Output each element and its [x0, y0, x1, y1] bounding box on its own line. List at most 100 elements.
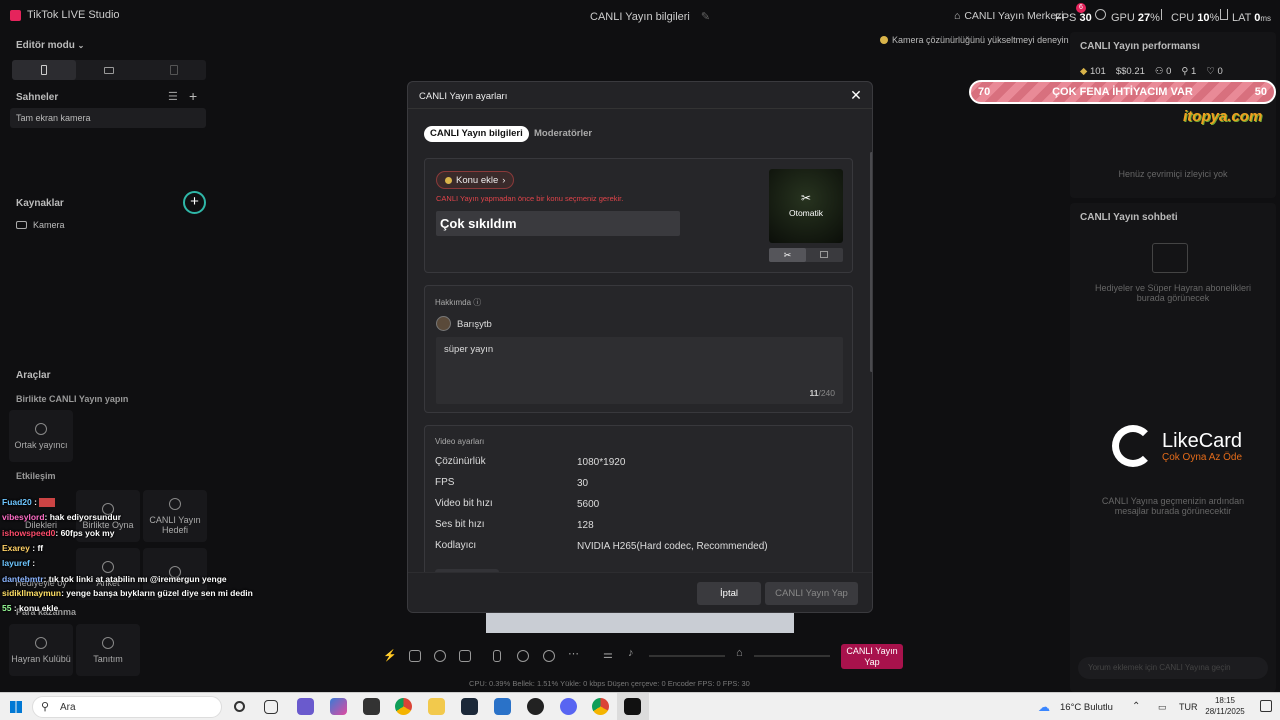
edit-icon[interactable]: ✎ [701, 11, 710, 23]
bottom-toolbar: ⚡ ⋯ ⚌ ♪ ⌂ CANLI Yayın Yap [373, 641, 906, 671]
app-icon[interactable] [297, 698, 314, 715]
chat-input[interactable]: Yorum eklemek için CANLI Yayına geçin [1078, 657, 1268, 679]
chevron-up-icon[interactable]: ⌃ [1132, 701, 1140, 712]
go-live-dialog-button[interactable]: CANLI Yayın Yap [765, 582, 858, 605]
steam-icon[interactable] [461, 698, 478, 715]
live-settings-dialog: CANLI Yayın ayarları ✕ CANLI Yayın bilgi… [407, 81, 873, 613]
search-input[interactable]: ⚲ Ara [32, 696, 222, 718]
fan-club-tool[interactable]: Hayran Kulübü [9, 624, 73, 676]
cloud-icon: ☁ [1038, 700, 1050, 714]
chrome-icon[interactable] [395, 698, 412, 715]
discord-icon[interactable] [560, 698, 577, 715]
dual-icon[interactable] [170, 65, 178, 75]
latency-icon [1220, 9, 1228, 20]
separator [1161, 9, 1164, 20]
topic-error: CANLI Yayın yapmadan önce bir konu seçme… [436, 194, 624, 203]
clock[interactable]: 18:15 28/11/2025 [1200, 696, 1250, 716]
tiktok-logo-icon [10, 9, 21, 21]
add-scene-button[interactable]: + [189, 88, 197, 104]
tab-live-info[interactable]: CANLI Yayın bilgileri [424, 126, 529, 142]
sliders-icon[interactable]: ⚌ [603, 648, 613, 661]
effects-icon[interactable] [409, 650, 421, 662]
windows-taskbar: ⚲ Ara ☁ 16°C Bulutlu ⌃ ▭ TUR 18:15 28/11… [0, 692, 1280, 720]
likecard-name: LikeCard [1162, 430, 1243, 452]
users-icon: ⚇ [1154, 66, 1164, 77]
add-source-button[interactable]: + [183, 191, 206, 214]
heart-icon: ♡ [1206, 66, 1215, 77]
promo-tool[interactable]: Tanıtım [76, 624, 140, 676]
file-explorer-icon[interactable] [428, 698, 445, 715]
search-icon: ⚲ [41, 701, 50, 713]
tab-moderators[interactable]: Moderatörler [528, 126, 598, 142]
avatar [436, 316, 451, 331]
mic-icon[interactable]: ⌂ [736, 647, 743, 659]
fps-label: FPS [435, 477, 455, 488]
add-topic-button[interactable]: Konu ekle › [436, 171, 515, 189]
chevron-right-icon: › [502, 174, 506, 186]
resolution-hint: Kamera çözünürlüğünü yükseltmeyi deneyin [880, 35, 1069, 45]
cover-mode-switch: ✂ [769, 248, 843, 262]
magic-icon[interactable]: ⚡ [383, 650, 397, 662]
chrome-icon[interactable] [592, 698, 609, 715]
dialog-title: CANLI Yayın ayarları [419, 91, 508, 102]
resolution-value: 1080*1920 [577, 457, 626, 468]
copilot-icon[interactable] [330, 698, 347, 715]
about-title: Hakkımda ⓘ [435, 298, 482, 307]
phone-icon[interactable] [493, 650, 501, 662]
list-icon[interactable]: ☰ [168, 90, 178, 103]
description-input[interactable]: süper yayın 11/240 [436, 337, 843, 404]
speaker-icon[interactable]: ♪ [628, 647, 634, 659]
cover-image[interactable]: ✂ Otomatik [769, 169, 843, 243]
portrait-button[interactable] [12, 60, 76, 80]
filter-icon[interactable] [434, 650, 446, 662]
auto-cut-button[interactable]: ✂ [769, 248, 806, 262]
record-icon[interactable] [517, 650, 529, 662]
task-view-icon[interactable] [234, 701, 245, 712]
windows-start-icon[interactable] [10, 701, 22, 713]
notification-icon[interactable] [1260, 700, 1272, 712]
network-icon[interactable]: ▭ [1158, 702, 1167, 713]
cohost-tool[interactable]: Ortak yayıncı [9, 410, 73, 462]
layout-icon[interactable] [459, 650, 471, 662]
widgets-icon[interactable] [264, 700, 278, 714]
gift-box-icon [1152, 243, 1188, 273]
more-icon[interactable]: ⋯ [568, 647, 579, 660]
app-icon[interactable] [527, 698, 544, 715]
landscape-icon[interactable] [104, 67, 114, 74]
language-indicator[interactable]: TUR [1179, 702, 1198, 712]
store-icon[interactable] [363, 698, 380, 715]
resolution-label: Çözünürlük [435, 456, 486, 467]
live-goal-tool[interactable]: CANLI Yayın Hedefi [143, 490, 207, 542]
money-stat: $$0.21 [1115, 66, 1145, 77]
tiktok-live-icon[interactable] [624, 698, 641, 715]
cancel-button[interactable]: İptal [697, 582, 761, 605]
scene-item[interactable]: Tam ekran kamera [10, 108, 206, 128]
chat-overlay-msg: Fuad20 : [2, 497, 56, 508]
camera-preview [486, 612, 794, 633]
video-bitrate-label: Video bit hızı [435, 498, 493, 509]
encoder-value: NVIDIA H265(Hard codec, Recommended) [577, 541, 768, 552]
app-icon[interactable] [494, 698, 511, 715]
app-title: TikTok LIVE Studio [10, 9, 120, 21]
camera-settings-icon[interactable] [543, 650, 555, 662]
topic-card: Konu ekle › CANLI Yayın yapmadan önce bi… [424, 158, 853, 273]
camera-icon [16, 221, 27, 229]
source-item[interactable]: Kamera [16, 220, 65, 230]
scrollbar[interactable] [870, 152, 872, 372]
close-icon[interactable]: ✕ [848, 87, 864, 103]
chat-title: CANLI Yayın sohbeti [1080, 212, 1178, 223]
portrait-icon [41, 65, 47, 75]
go-live-button[interactable]: CANLI Yayın Yap [841, 644, 903, 669]
sources-title: Kaynaklar [16, 198, 64, 209]
image-icon[interactable] [820, 251, 828, 258]
coins-stat: ◆ 101 [1080, 66, 1106, 77]
mic-volume-slider[interactable] [754, 655, 830, 657]
speaker-volume-slider[interactable] [649, 655, 725, 657]
donation-banner: 70 ÇOK FENA İHTİYACIM VAR 50 [969, 80, 1276, 104]
title-input[interactable]: Çok sıkıldım [436, 211, 680, 236]
gpu-stat: GPU 27% [1111, 12, 1160, 24]
no-viewers-text: Henüz çevrimiçi izleyici yok [1118, 169, 1228, 179]
editor-mode-dropdown[interactable]: Editör modu ⌄ [16, 40, 84, 51]
live-center-link[interactable]: ⌂ CANLI Yayın Merkezi [954, 10, 1064, 22]
weather-text[interactable]: 16°C Bulutlu [1060, 702, 1113, 713]
